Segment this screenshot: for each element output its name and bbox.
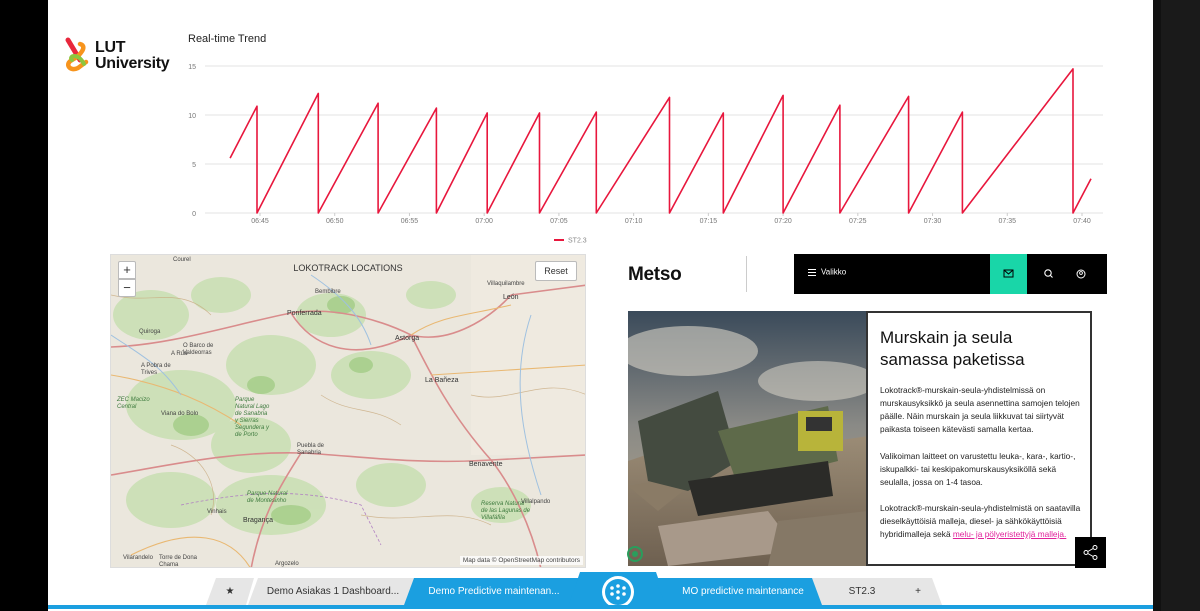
home-button[interactable] (568, 572, 668, 607)
share-button[interactable] (1075, 537, 1106, 568)
globe-icon (1076, 269, 1086, 279)
map-place: Quiroga (139, 329, 161, 335)
map-place: Villaquilambre (487, 281, 525, 287)
y-tick-label: 0 (192, 211, 196, 218)
map-place: La Bañeza (425, 377, 459, 384)
info-card: Murskain ja seula samassa paketissa Loko… (866, 311, 1092, 566)
x-tick-label: 07:20 (774, 218, 792, 225)
recaptcha-icon (626, 545, 644, 563)
map-place: Astorga (395, 335, 420, 342)
search-icon (1044, 269, 1053, 278)
trend-chart: 0 5 10 15 06:45 06:50 06:55 07:00 07:05 07:10 07:1… (188, 64, 1103, 245)
y-tick-label: 5 (192, 162, 196, 169)
lut-logo-mark-icon (65, 37, 89, 72)
logo-line1: LUT (95, 39, 126, 56)
map-place: Puebla de Sanabria (297, 443, 325, 456)
quiet-models-link[interactable]: melu- ja pölyeristettyjä malleja. (953, 529, 1066, 539)
x-tick-label: 07:30 (924, 218, 942, 225)
paragraph-3: Lokotrack®-murskain-seula-yhdistelmistä … (880, 502, 1085, 541)
map-place: A Pobra de Trives (141, 363, 171, 376)
hero-title: Murskain ja seula samassa paketissa (880, 328, 1025, 369)
map-place: O Barco de Valdeorras (183, 343, 214, 356)
x-tick-label: 07:15 (700, 218, 718, 225)
left-border (0, 0, 48, 611)
logo-line2: University (95, 55, 170, 72)
right-border (1153, 0, 1200, 611)
x-tick-label: 06:45 (251, 218, 269, 225)
lut-logo: LUT University (62, 34, 182, 74)
map-place: Viana do Bolo (161, 411, 199, 417)
tab-label: MO predictive maintenance (682, 586, 804, 597)
map-place: Ponferrada (287, 310, 322, 317)
divider (746, 256, 747, 292)
metso-webpage: Metso Valikko Murskain ja seula samassa … (618, 254, 1108, 568)
tab-demo-predictive[interactable]: Demo Predictive maintenan... (404, 578, 584, 605)
map-place: ZEC Macizo Central (117, 397, 150, 410)
y-tick-label: 15 (188, 64, 196, 71)
map-place: Vinhais (207, 509, 227, 515)
map-place: Benavente (469, 461, 503, 468)
tab-mo-predictive[interactable]: MO predictive maintenance (654, 578, 832, 605)
metso-logo[interactable]: Metso (628, 264, 682, 286)
tab-favorites[interactable]: ★ (206, 578, 254, 605)
map-place: Torre de Dona Chama (159, 555, 198, 568)
zoom-out-button[interactable]: − (118, 279, 136, 297)
series-line (229, 68, 1092, 214)
map-place: Bragança (243, 517, 273, 524)
x-tick-label: 07:00 (475, 218, 493, 225)
tab-label: Demo Asiakas 1 Dashboard... (266, 586, 400, 597)
paragraph-1: Lokotrack®-murskain-seula-yhdistelmissä … (880, 385, 1080, 434)
map-title: LOKOTRACK LOCATIONS (293, 263, 403, 273)
map-place: Vilarandelo (123, 555, 153, 561)
map-attribution: Map data © OpenStreetMap contributors (459, 556, 583, 565)
accent-line (48, 605, 1153, 609)
map-place: Villalpando (521, 499, 551, 505)
map-place: Argozelo (275, 561, 299, 567)
reset-button[interactable]: Reset (535, 261, 577, 281)
lokotrack-map[interactable]: LOKOTRACK LOCATIONS Courel Bembibre Vill… (110, 254, 586, 568)
paragraph-2: Valikoiman laitteet on varustettu leuka-… (880, 451, 1076, 487)
x-tick-label: 07:10 (625, 218, 643, 225)
zoom-in-button[interactable]: + (118, 261, 136, 279)
x-tick-label: 07:35 (999, 218, 1017, 225)
tab-label: Demo Predictive maintenan... (428, 586, 560, 597)
share-icon (1083, 545, 1098, 560)
add-tab-button[interactable]: + (894, 578, 942, 605)
hamburger-icon (808, 267, 816, 278)
crusher-photo (628, 311, 868, 566)
x-tick-label: 06:50 (326, 218, 344, 225)
legend-label[interactable]: ST2.3 (568, 238, 587, 245)
map-place: Parque Natural Lago de Sanabria y Sierra… (235, 397, 270, 438)
metso-navbar: Valikko (794, 254, 1107, 294)
map-place: León (503, 294, 519, 301)
tab-demo-asiakas[interactable]: Demo Asiakas 1 Dashboard... (248, 578, 418, 605)
screen: LUT University Real-time Trend 0 5 10 15 06:… (0, 0, 1200, 611)
map-place: A Rúa (171, 351, 188, 357)
y-tick-label: 10 (188, 113, 196, 120)
x-tick-label: 07:05 (550, 218, 568, 225)
home-hub-icon (568, 572, 668, 607)
language-button[interactable] (1066, 254, 1096, 294)
star-icon: ★ (225, 586, 235, 597)
map-place: Courel (173, 257, 191, 263)
dashboard-page: LUT University Real-time Trend 0 5 10 15 06:… (48, 0, 1153, 611)
tab-label: ST2.3 (848, 586, 876, 597)
map-place: Parque Natural de Montesinho (247, 491, 288, 504)
menu-label: Valikko (821, 267, 847, 277)
x-tick-label: 07:25 (849, 218, 867, 225)
map-place: Bembibre (315, 289, 341, 295)
x-tick-label: 06:55 (401, 218, 419, 225)
x-tick-label: 07:40 (1073, 218, 1091, 225)
mail-icon (1003, 269, 1014, 278)
plus-icon: + (915, 586, 921, 597)
chart-title: Real-time Trend (188, 33, 267, 45)
search-button[interactable] (1034, 254, 1064, 294)
menu-button[interactable]: Valikko (808, 267, 846, 278)
contact-button[interactable] (990, 254, 1027, 294)
